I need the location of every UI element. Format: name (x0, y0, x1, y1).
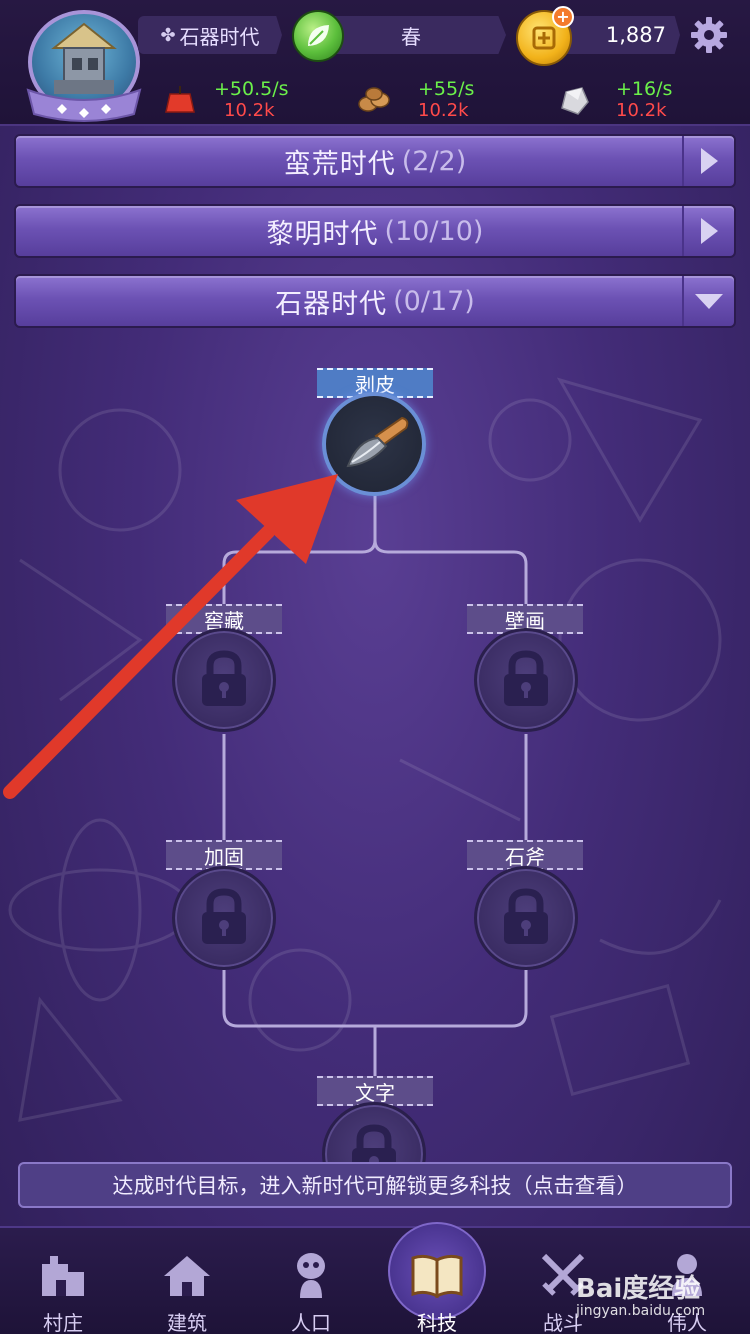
hint-text: 达成时代目标，进入新时代可解锁更多科技（点击查看） (112, 1174, 638, 1198)
tech-node-skinning[interactable] (322, 392, 426, 496)
tech-node-reinforce[interactable] (172, 866, 276, 970)
nav-village[interactable]: 村庄 (8, 1228, 118, 1334)
nav-label: 村庄 (43, 1311, 83, 1334)
person-icon (281, 1248, 341, 1301)
lock-icon (202, 888, 246, 944)
knife-icon (346, 416, 409, 468)
nav-label: 科技 (417, 1311, 457, 1334)
tech-node-mural[interactable] (474, 628, 578, 732)
watermark-sub: jingyan.baidu.com (576, 1303, 706, 1319)
nav-label: 人口 (291, 1311, 331, 1334)
era-goal-hint-button[interactable]: 达成时代目标，进入新时代可解锁更多科技（点击查看） (18, 1162, 732, 1208)
baidu-watermark: Bai度经验 jingyan.baidu.com (576, 1268, 746, 1324)
nav-technology[interactable]: 科技 (382, 1222, 492, 1334)
nav-label: 建筑 (167, 1311, 207, 1334)
nav-population[interactable]: 人口 (256, 1228, 366, 1334)
watermark-main: Bai度经验 (576, 1274, 701, 1304)
house-icon (157, 1248, 217, 1301)
tech-node-cellar[interactable] (172, 628, 276, 732)
lock-icon (504, 888, 548, 944)
village-icon (33, 1248, 93, 1301)
lock-icon (202, 650, 246, 706)
book-icon (407, 1248, 467, 1301)
lock-icon (504, 650, 548, 706)
tech-node-stone-axe[interactable] (474, 866, 578, 970)
nav-building[interactable]: 建筑 (132, 1228, 242, 1334)
